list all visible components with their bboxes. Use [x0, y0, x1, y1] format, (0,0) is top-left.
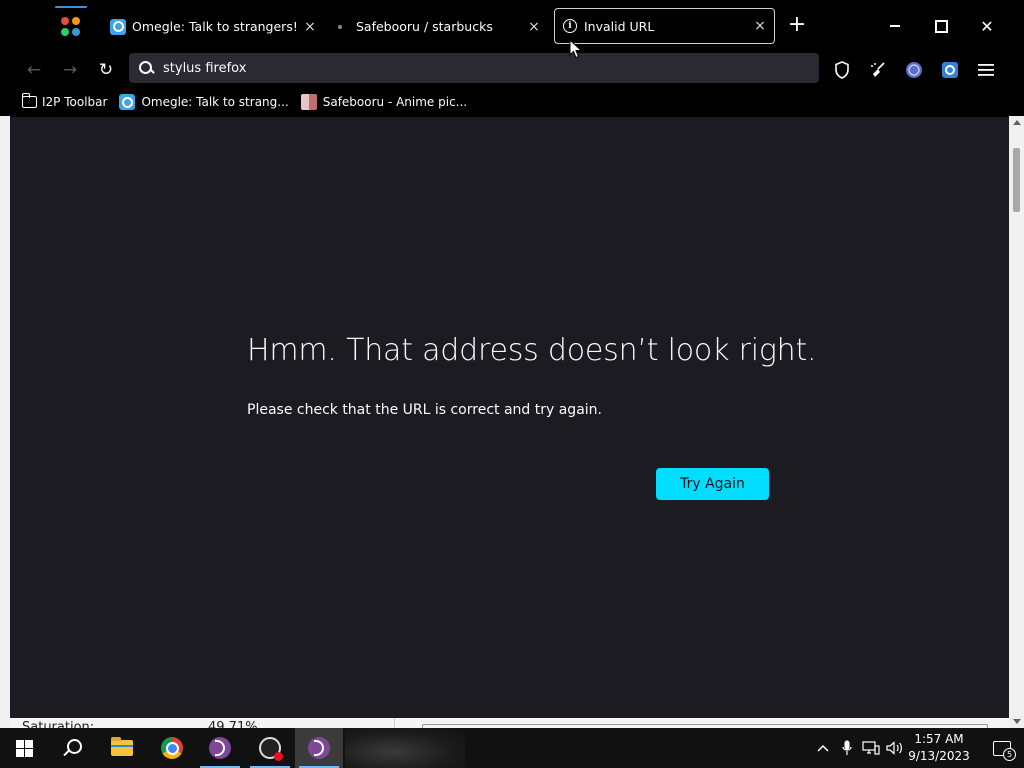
notification-count-badge: 5 [1003, 747, 1016, 761]
error-title: Hmm. That address doesn’t look right. [247, 333, 817, 368]
close-icon[interactable]: × [524, 17, 544, 37]
firefox-view-icon [60, 16, 80, 36]
divider [394, 718, 395, 728]
extension-omegle-icon[interactable] [936, 56, 964, 84]
bookmark-safebooru[interactable]: Safebooru - Anime pic... [300, 94, 468, 110]
url-input[interactable] [163, 60, 783, 76]
close-window-button[interactable]: ✕ [964, 10, 1010, 42]
try-again-button[interactable]: Try Again [656, 468, 769, 500]
volume-icon[interactable] [884, 728, 906, 768]
tor-browser-icon [209, 737, 231, 759]
bookmark-omegle[interactable]: Omegle: Talk to strang... [119, 94, 289, 110]
bookmarks-toolbar: I2P Toolbar Omegle: Talk to strang... Sa… [0, 88, 1024, 116]
scroll-thumb[interactable] [1013, 148, 1020, 212]
error-description: Please check that the URL is correct and… [247, 402, 602, 418]
firefox-view-button[interactable] [52, 6, 88, 46]
taskbar-chrome[interactable] [148, 728, 196, 768]
taskbar-obs[interactable] [246, 728, 294, 768]
obs-recording-icon [259, 737, 283, 761]
tab-invalid-url[interactable]: i Invalid URL × [554, 8, 775, 44]
clock-date: 9/13/2023 [908, 749, 970, 763]
scroll-down-icon[interactable] [1013, 719, 1021, 724]
tab-safebooru[interactable]: Safebooru / starbucks × [332, 9, 544, 44]
broom-icon[interactable] [864, 56, 892, 84]
forward-button[interactable]: → [56, 56, 84, 84]
extension-compass-icon[interactable] [900, 56, 928, 84]
close-icon[interactable]: × [750, 16, 770, 36]
microphone-icon[interactable] [836, 728, 858, 768]
maximize-button[interactable] [918, 10, 964, 42]
action-center-button[interactable]: 5 [980, 728, 1024, 768]
start-button[interactable] [0, 728, 48, 768]
tab-title: Invalid URL [584, 18, 655, 34]
loading-dot-icon [338, 24, 342, 29]
clock-time: 1:57 AM [914, 732, 964, 746]
close-icon[interactable]: × [300, 17, 320, 37]
tab-title: Omegle: Talk to strangers! [132, 19, 298, 34]
shield-icon[interactable] [828, 56, 856, 84]
url-bar[interactable] [129, 53, 819, 83]
tab-title: Safebooru / starbucks [356, 19, 493, 34]
taskbar-clock[interactable]: 1:57 AM 9/13/2023 [906, 731, 972, 765]
taskbar: 1:57 AM 9/13/2023 5 [0, 728, 1024, 768]
omegle-favicon-icon [119, 94, 136, 110]
error-page: Hmm. That address doesn’t look right. Pl… [10, 117, 1009, 718]
window-left-edge [0, 116, 10, 728]
search-button[interactable] [48, 728, 96, 768]
background-app-strip: Saturation: 49.71% [10, 718, 1009, 728]
bookmark-label: I2P Toolbar [42, 95, 108, 109]
chrome-icon [161, 737, 183, 759]
tab-omegle[interactable]: Omegle: Talk to strangers! × [110, 9, 320, 44]
wallpaper-peek [345, 728, 465, 768]
new-tab-button[interactable]: + [786, 14, 808, 37]
tor-browser-icon [308, 737, 330, 759]
omegle-favicon-icon [110, 18, 126, 35]
safebooru-favicon-icon [300, 94, 317, 110]
nav-toolbar: ← → ↻ [0, 52, 1024, 88]
network-icon[interactable] [860, 728, 882, 768]
scrollbar[interactable] [1009, 116, 1024, 728]
folder-icon [21, 93, 37, 108]
bookmark-i2p-toolbar[interactable]: I2P Toolbar [21, 93, 108, 109]
tab-strip: Omegle: Talk to strangers! × Safebooru /… [0, 0, 1024, 52]
active-indicator [55, 6, 87, 8]
back-button[interactable]: ← [20, 56, 48, 84]
taskbar-tor-browser-1[interactable] [196, 728, 244, 768]
tray-overflow-chevron-icon[interactable] [812, 728, 834, 768]
reload-button[interactable]: ↻ [92, 56, 120, 84]
search-icon [137, 59, 155, 77]
taskbar-tor-browser-2[interactable] [295, 728, 343, 768]
taskbar-file-explorer[interactable] [98, 728, 146, 768]
notification-icon: 5 [993, 740, 1016, 761]
bookmark-label: Omegle: Talk to strang... [141, 95, 289, 109]
minimize-button[interactable] [872, 10, 918, 42]
hamburger-menu-icon[interactable] [972, 56, 1000, 84]
file-explorer-icon [111, 737, 133, 756]
saturation-label: Saturation: [22, 720, 95, 728]
saturation-value: 49.71% [208, 720, 258, 728]
windows-logo-icon [15, 739, 33, 757]
bookmark-label: Safebooru - Anime pic... [322, 95, 468, 109]
search-icon [63, 739, 82, 757]
info-icon: i [563, 19, 577, 33]
mouse-cursor-icon [569, 39, 583, 59]
scroll-up-icon[interactable] [1013, 120, 1021, 125]
